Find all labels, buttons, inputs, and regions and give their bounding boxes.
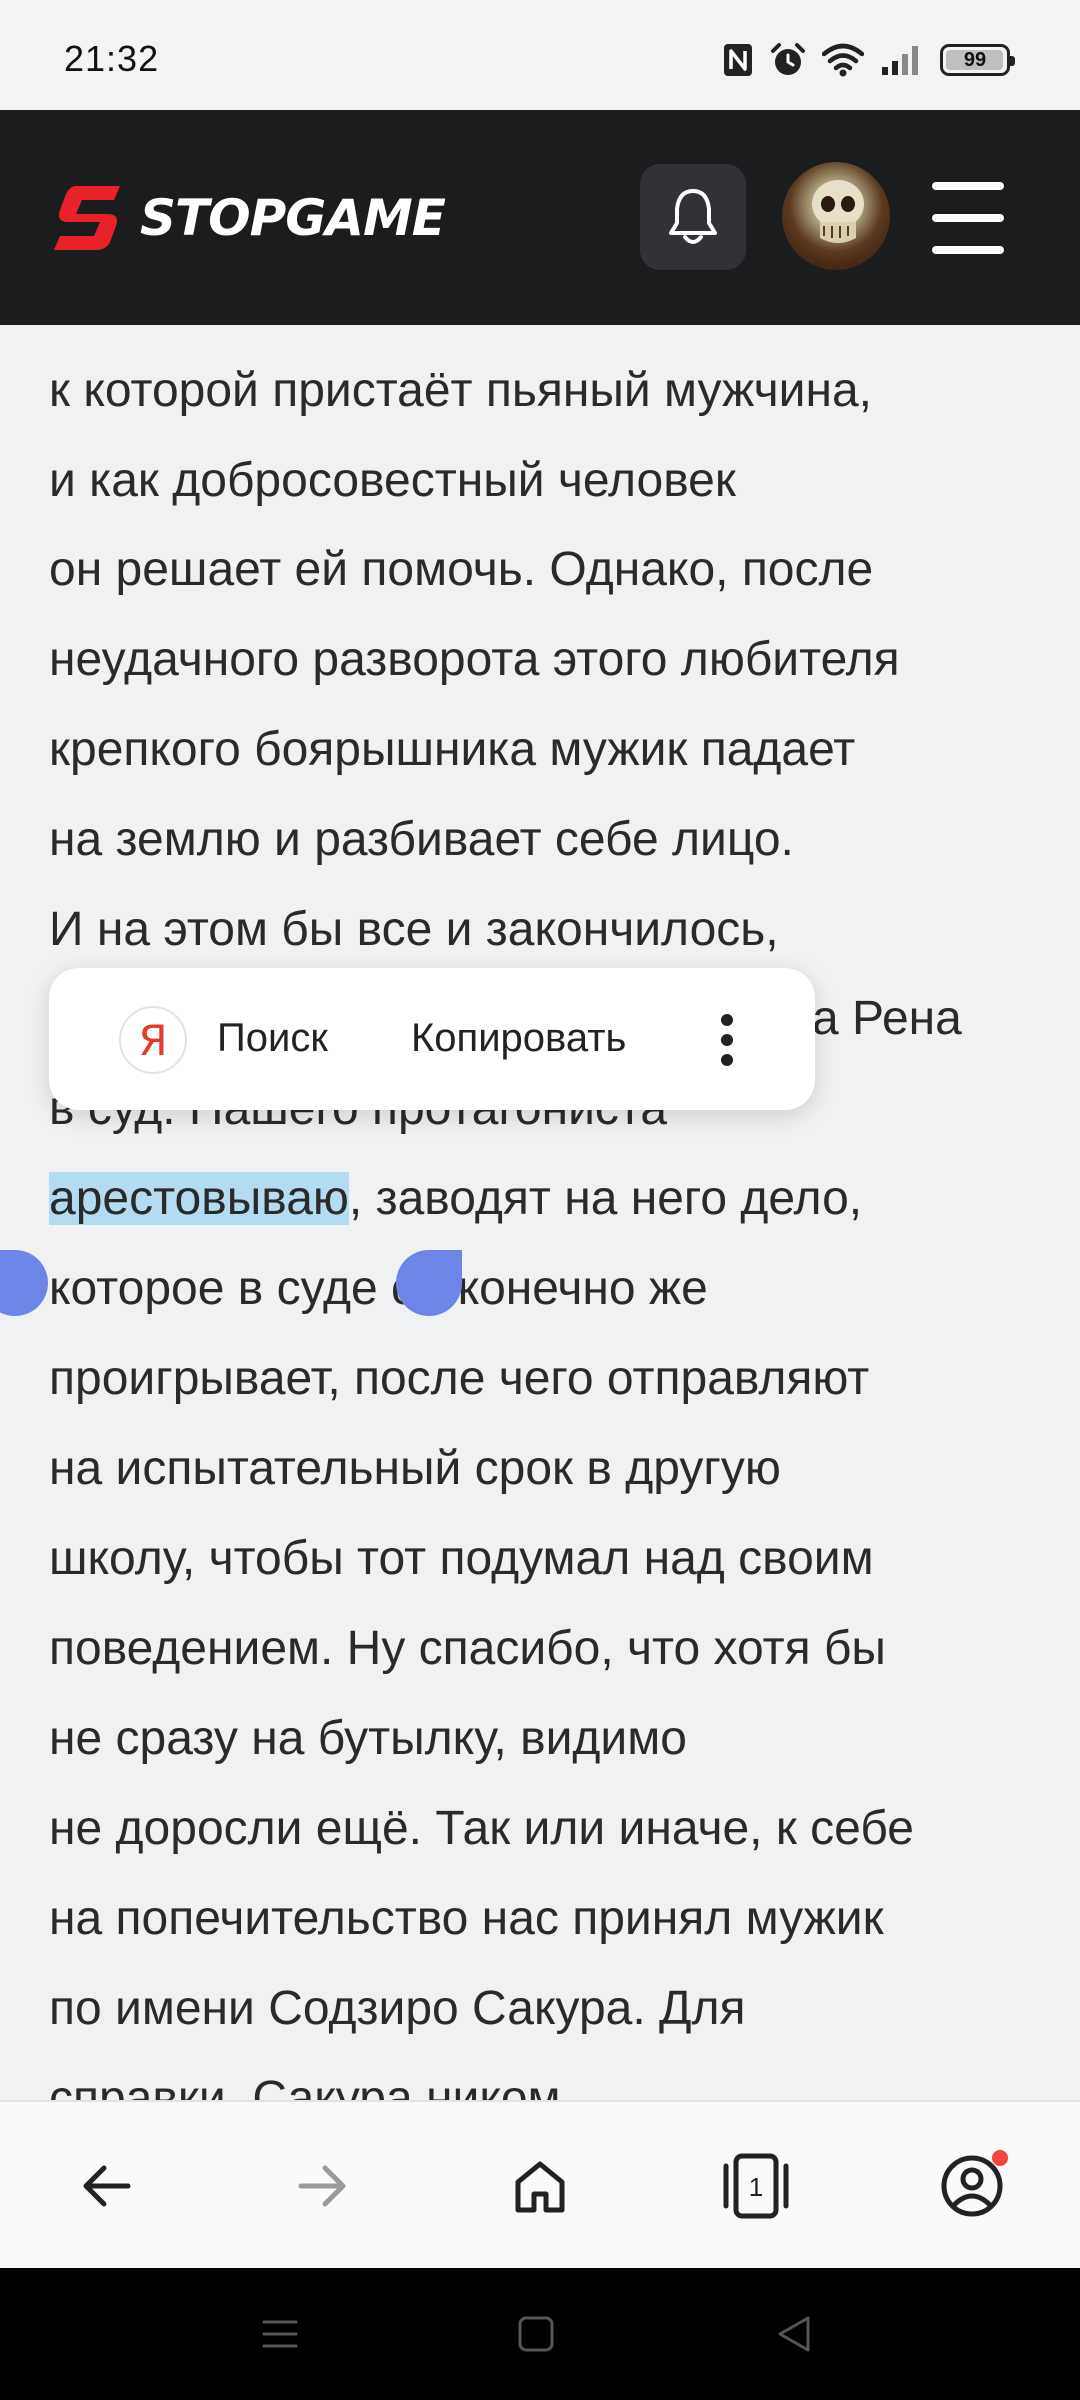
tabs-icon: 1 xyxy=(723,2153,789,2219)
notification-dot xyxy=(992,2150,1008,2166)
article-text-after-selection: , заводят на него дело, xyxy=(348,1172,863,1225)
back-arrow-icon xyxy=(83,2165,131,2207)
home-square-icon[interactable] xyxy=(514,2312,558,2356)
status-time: 21:32 xyxy=(64,38,160,79)
article-line: не сразу на бутылку, видимо xyxy=(49,1712,687,1765)
article-line: к которой пристаёт пьяный мужчина, xyxy=(49,364,873,417)
article-line: на испытательный срок в другую xyxy=(49,1442,781,1495)
stopgame-logo[interactable]: STOPGAME xyxy=(46,178,446,258)
user-avatar[interactable] xyxy=(782,162,890,270)
status-bar: 21:32 99 xyxy=(0,0,1080,110)
signal-icon xyxy=(882,46,918,75)
article-line-with-selection[interactable]: арестовываю, заводят на него дело, xyxy=(49,1169,862,1229)
copy-button[interactable]: Копировать xyxy=(411,1016,626,1061)
text-selection-menu: Я Поиск Копировать xyxy=(49,968,815,1110)
tabs-count: 1 xyxy=(749,2172,763,2202)
article-line: он решает ей помочь. Однако, после xyxy=(49,543,874,596)
site-header: STOPGAME xyxy=(0,110,1080,325)
article-line: на землю и разбивает себе лицо. xyxy=(49,813,794,866)
skull-avatar-image xyxy=(812,180,864,243)
profile-button[interactable] xyxy=(932,2146,1012,2226)
article-line: И на этом бы все и закончилось, xyxy=(49,903,779,956)
back-triangle-icon[interactable] xyxy=(772,2312,816,2356)
more-vertical-icon[interactable] xyxy=(709,1010,745,1070)
menu-icon[interactable] xyxy=(928,182,1008,254)
selection-handle-end[interactable] xyxy=(396,1250,462,1316)
battery-icon: 99 xyxy=(940,44,1015,76)
notifications-button[interactable] xyxy=(640,164,746,270)
article-line: школу, чтобы тот подумал над своим xyxy=(49,1532,874,1585)
bell-icon xyxy=(669,189,717,244)
article-line: неудачного разворота этого любителя xyxy=(49,633,900,686)
article-line: крепкого боярышника мужик падает xyxy=(49,723,856,776)
nfc-icon xyxy=(724,44,752,76)
forward-button[interactable] xyxy=(283,2146,363,2226)
article-line: которое в суде он конечно же xyxy=(49,1262,708,1315)
article-line: и как добросовестный человек xyxy=(49,454,736,507)
browser-bottom-bar: 1 xyxy=(0,2100,1080,2268)
back-button[interactable] xyxy=(66,2146,146,2226)
battery-level: 99 xyxy=(963,48,987,71)
search-button[interactable]: Поиск xyxy=(217,1016,328,1061)
article-line-partial: справки, Сакура ником xyxy=(49,2072,561,2100)
tabs-button[interactable]: 1 xyxy=(716,2146,796,2226)
wifi-icon xyxy=(822,43,864,77)
home-icon xyxy=(515,2161,565,2213)
article-line: на попечительство нас принял мужик xyxy=(49,1892,884,1945)
stopgame-logo-icon xyxy=(54,186,120,250)
article-line: проигрывает, после чего отправляют xyxy=(49,1352,870,1405)
logo-text: STOPGAME xyxy=(140,189,446,247)
status-icons: 99 xyxy=(722,40,1015,80)
recents-icon[interactable] xyxy=(258,2312,302,2356)
article-line: не доросли ещё. Так или иначе, к себе xyxy=(49,1802,914,1855)
article-line: по имени Содзиро Сакура. Для xyxy=(49,1982,746,2035)
home-button[interactable] xyxy=(500,2146,580,2226)
article-line: поведением. Ну спасибо, что хотя бы xyxy=(49,1622,886,1675)
forward-arrow-icon xyxy=(298,2165,346,2207)
article-body: к которой пристаёт пьяный мужчина, и как… xyxy=(0,325,1080,2100)
system-navigation-bar xyxy=(0,2268,1080,2400)
alarm-icon xyxy=(771,43,805,75)
yandex-icon[interactable]: Я xyxy=(119,1006,187,1074)
selected-text[interactable]: арестовываю xyxy=(49,1172,349,1225)
article-line: а Рена xyxy=(812,992,962,1045)
